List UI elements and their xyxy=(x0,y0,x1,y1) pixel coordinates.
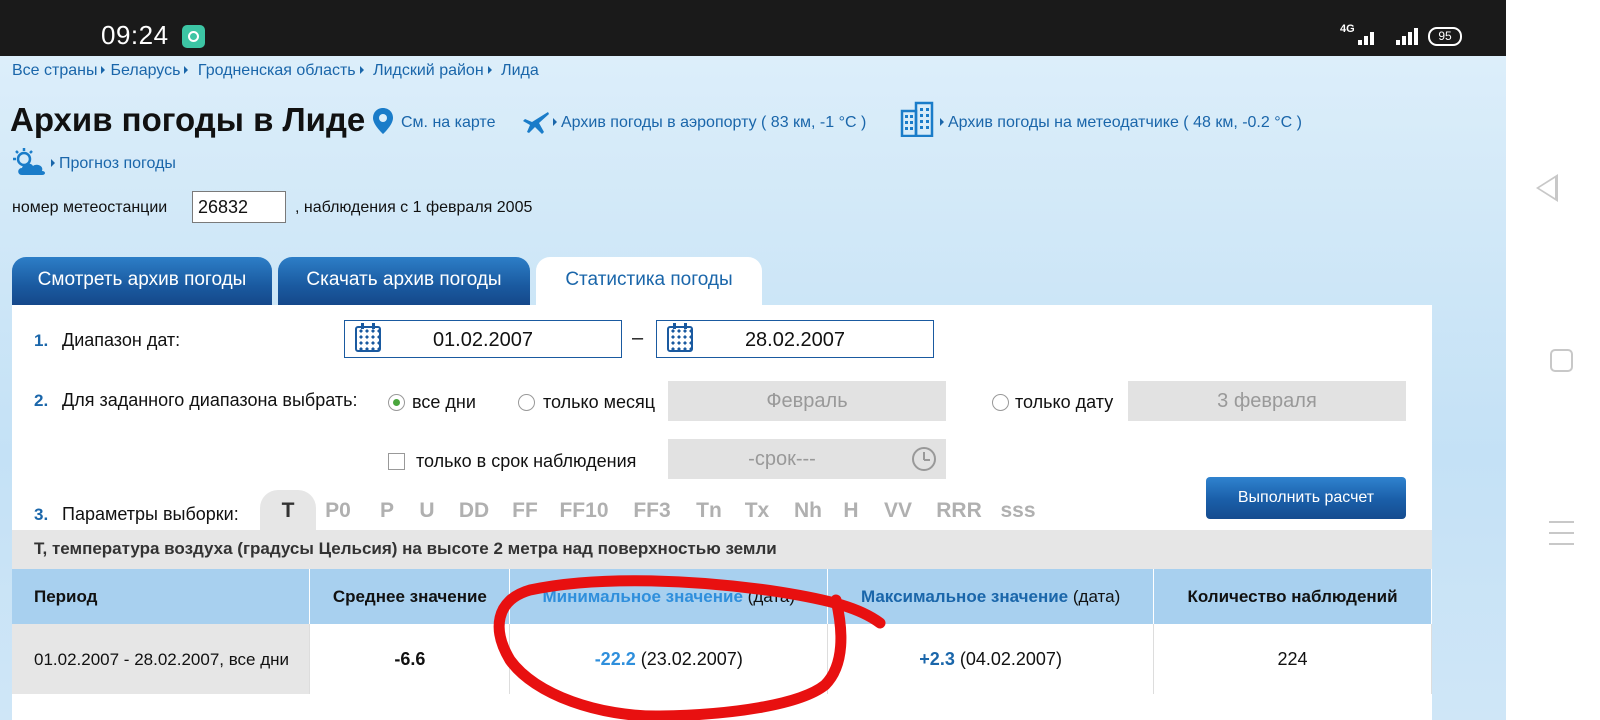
radio-only-date[interactable] xyxy=(992,394,1009,411)
date-to-field[interactable]: 28.02.2007 xyxy=(656,320,934,358)
sensor-archive-link[interactable]: Архив погоды на метеодатчике ( 48 км, -0… xyxy=(938,114,1302,132)
calculate-button[interactable]: Выполнить расчет xyxy=(1206,477,1406,519)
month-select[interactable]: Февраль xyxy=(668,381,946,421)
home-icon[interactable] xyxy=(1550,349,1573,372)
header-minimum: Минимальное значение (дата) xyxy=(509,569,829,624)
param-tab-t[interactable]: T xyxy=(260,490,316,530)
param-tab-tn[interactable]: Tn xyxy=(690,490,728,530)
date-range-label: Диапазон дат: xyxy=(62,330,181,350)
table-row: 01.02.2007 - 28.02.2007, все дни -6.6 -2… xyxy=(12,624,1432,694)
breadcrumb-region[interactable]: Гродненская область xyxy=(198,62,356,79)
param-tab-rrr[interactable]: RRR xyxy=(934,490,984,530)
breadcrumb-belarus[interactable]: Беларусь xyxy=(110,62,180,79)
radio-all-days-label: все дни xyxy=(412,392,476,412)
param-tab-ff10[interactable]: FF10 xyxy=(554,490,614,530)
app-notification-icon xyxy=(182,25,205,48)
range-select-label: Для заданного диапазона выбрать: xyxy=(62,390,358,410)
min-value-link[interactable]: -22.2 xyxy=(595,649,636,669)
breadcrumb-city[interactable]: Лида xyxy=(501,62,539,79)
param-tab-nh[interactable]: Nh xyxy=(788,490,828,530)
checkbox-observation-time[interactable] xyxy=(388,453,405,470)
back-icon[interactable] xyxy=(1536,174,1558,202)
param-tab-h[interactable]: H xyxy=(840,490,862,530)
menu-icon[interactable] xyxy=(1549,521,1574,554)
system-navigation-bar xyxy=(1506,0,1600,720)
step-3-number: 3. xyxy=(34,505,49,524)
param-tab-p0[interactable]: P0 xyxy=(318,490,358,530)
param-tab-tx[interactable]: Tx xyxy=(740,490,774,530)
clock-icon xyxy=(912,447,936,471)
breadcrumb: Все страны Беларусь Гродненская область Л… xyxy=(12,62,539,80)
page-title: Архив погоды в Лиде xyxy=(10,101,366,138)
tab-weather-statistics[interactable]: Статистика погоды xyxy=(536,257,762,305)
statistics-panel: 1. Диапазон дат: 01.02.2007 – 28.02.2007… xyxy=(12,305,1432,720)
date-range-dash: – xyxy=(632,327,644,349)
max-value-link[interactable]: +2.3 xyxy=(919,649,955,669)
airport-archive-link[interactable]: Архив погоды в аэропорту ( 83 км, -1 °C … xyxy=(551,114,866,132)
breadcrumb-district[interactable]: Лидский район xyxy=(373,62,484,79)
params-label: Параметры выборки: xyxy=(62,504,239,524)
cell-average: -6.6 xyxy=(309,624,511,694)
step-2-number: 2. xyxy=(34,391,49,410)
param-tab-ff[interactable]: FF xyxy=(508,490,542,530)
step-1-number: 1. xyxy=(34,331,49,350)
map-pin-icon xyxy=(373,108,393,134)
header-average: Среднее значение xyxy=(309,569,511,624)
observation-time-select[interactable]: -срок--- xyxy=(668,439,946,479)
airplane-icon xyxy=(523,112,549,134)
network-type: 4G xyxy=(1340,23,1355,35)
min-date: (23.02.2007) xyxy=(640,648,743,669)
radio-only-month[interactable] xyxy=(518,394,535,411)
param-tab-ff3[interactable]: FF3 xyxy=(628,490,676,530)
param-tab-u[interactable]: U xyxy=(412,490,442,530)
cell-minimum: -22.2 (23.02.2007) xyxy=(509,624,829,694)
building-icon xyxy=(900,101,934,137)
station-number-label: номер метеостанции xyxy=(12,199,168,216)
radio-all-days[interactable] xyxy=(388,394,405,411)
cell-maximum: +2.3 (04.02.2007) xyxy=(827,624,1155,694)
forecast-link[interactable]: Прогноз погоды xyxy=(49,155,176,173)
radio-only-month-label: только месяц xyxy=(543,392,656,412)
cell-count: 224 xyxy=(1153,624,1432,694)
max-date: (04.02.2007) xyxy=(959,648,1062,669)
radio-only-date-label: только дату xyxy=(1015,392,1114,412)
statistics-table: Период Среднее значение Минимальное знач… xyxy=(12,569,1432,694)
checkbox-observation-time-label: только в срок наблюдения xyxy=(416,451,637,471)
observation-start-text: , наблюдения с 1 февраля 2005 xyxy=(295,199,533,216)
param-tab-dd[interactable]: DD xyxy=(454,490,494,530)
param-tab-vv[interactable]: VV xyxy=(878,490,918,530)
battery-icon: 95 xyxy=(1428,27,1462,46)
tab-view-archive[interactable]: Смотреть архив погоды xyxy=(12,257,272,305)
param-tab-sss[interactable]: sss xyxy=(998,490,1038,530)
date-to-value: 28.02.2007 xyxy=(744,329,846,351)
date-from-value: 01.02.2007 xyxy=(432,329,534,351)
header-period: Период xyxy=(12,569,311,624)
status-bar: 09:24 4G 95 xyxy=(0,0,1506,56)
map-link[interactable]: См. на карте xyxy=(401,114,495,132)
weather-archive-page: Все страны Беларусь Гродненская область Л… xyxy=(0,56,1506,720)
param-tab-p[interactable]: P xyxy=(372,490,402,530)
station-number-input[interactable] xyxy=(192,191,286,223)
sun-cloud-icon xyxy=(13,148,45,175)
day-select[interactable]: 3 февраля xyxy=(1128,381,1406,421)
cell-period: 01.02.2007 - 28.02.2007, все дни xyxy=(12,624,311,694)
breadcrumb-all-countries[interactable]: Все страны xyxy=(12,62,97,79)
header-maximum: Максимальное значение (дата) xyxy=(827,569,1155,624)
header-count: Количество наблюдений xyxy=(1153,569,1432,624)
parameter-description: T, температура воздуха (градусы Цельсия)… xyxy=(12,530,1432,569)
clock-time: 09:24 xyxy=(101,20,169,50)
tab-download-archive[interactable]: Скачать архив погоды xyxy=(278,257,530,305)
observation-time-value: -срок--- xyxy=(748,448,816,470)
date-from-field[interactable]: 01.02.2007 xyxy=(344,320,622,358)
table-header-row: Период Среднее значение Минимальное знач… xyxy=(12,569,1432,624)
